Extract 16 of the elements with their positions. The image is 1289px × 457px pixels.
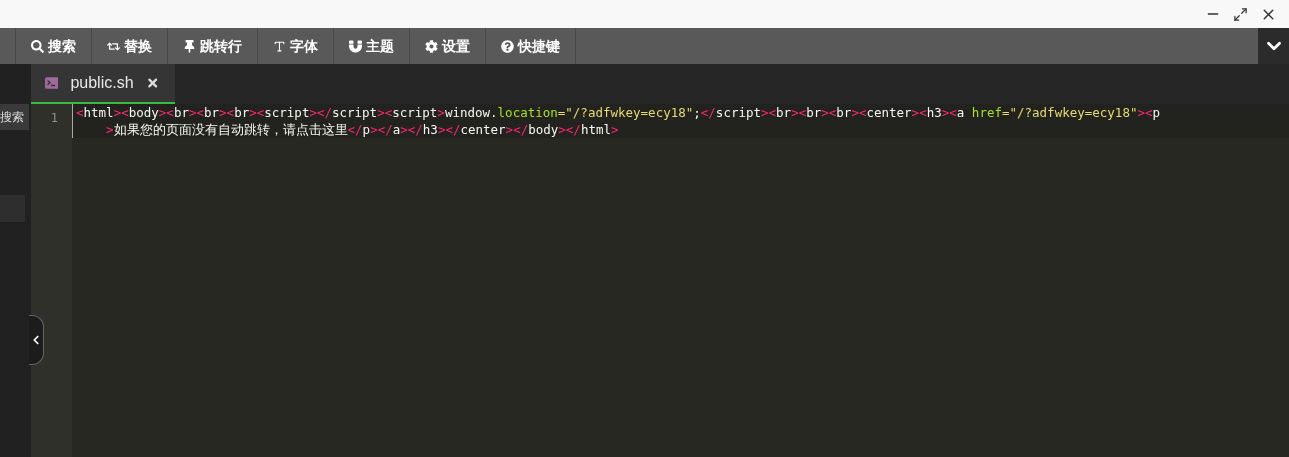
file-tab[interactable]: public.sh <box>31 64 175 104</box>
pin-icon <box>183 39 196 53</box>
settings-icon <box>425 39 438 53</box>
collapse-toolbar-button[interactable] <box>1258 28 1289 64</box>
help-icon <box>501 39 514 53</box>
line-number: 1 <box>50 111 58 125</box>
maximize-icon[interactable] <box>1233 6 1248 22</box>
code-line: >如果您的页面没有自动跳转，请点击这里</p></a></h3></center></body></html> <box>105 121 620 138</box>
collapse-handle[interactable] <box>29 315 44 365</box>
search-icon <box>31 39 44 53</box>
magnet-icon <box>349 39 362 53</box>
text-icon <box>273 39 286 53</box>
sidebar-search-button[interactable]: 搜索 <box>0 104 29 130</box>
code-line: <html><body><br><br><br><script></script><script>window.location="/?adfwkey=ecy18";</script><br><br><br><center><h3><a href="/?adfwkey=ecy18"><p <box>76 104 1162 121</box>
terminal-icon <box>45 76 59 90</box>
tab-label: public.sh <box>70 73 134 93</box>
